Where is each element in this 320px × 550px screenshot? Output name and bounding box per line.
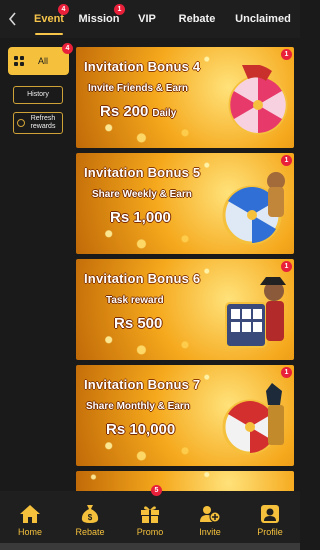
chevron-left-icon[interactable]: [0, 0, 26, 38]
svg-text:$: $: [88, 513, 93, 522]
nav-home[interactable]: Home: [0, 491, 60, 543]
tab-event[interactable]: Event 4: [26, 0, 72, 38]
history-button[interactable]: History: [13, 86, 63, 104]
tab-label: Event: [34, 13, 64, 25]
card-background: [76, 471, 294, 491]
prize-wheel-icon: [222, 172, 285, 245]
prize-amount: Rs 500: [114, 315, 163, 332]
tab-label: Rebate: [178, 13, 216, 25]
tab-label: VIP: [138, 13, 156, 25]
home-icon: [20, 505, 40, 523]
nav-badge: 5: [151, 485, 162, 496]
card-subtitle: Task reward: [106, 295, 164, 306]
event-card[interactable]: Invitation Bonus 6 Task reward Rs 500 1: [76, 259, 294, 360]
card-title: Invitation Bonus 5: [84, 165, 201, 180]
all-badge: 4: [62, 43, 73, 54]
card-title: Invitation Bonus 6: [84, 271, 201, 286]
nav-label: Invite: [199, 527, 221, 537]
card-subtitle: Share Monthly & Earn: [86, 401, 190, 412]
card-badge: 1: [281, 49, 292, 60]
top-tab-bar: Event 4 Mission 1 VIP Rebate Unclaimed: [0, 0, 300, 38]
card-badge: 1: [281, 261, 292, 272]
slot-machine-icon: [225, 277, 286, 348]
all-label: All: [38, 56, 49, 66]
event-card[interactable]: Invitation Bonus 4 Invite Friends & Earn…: [76, 47, 294, 148]
bottom-nav: Home $ Rebate 5 Promo Invite Profile: [0, 485, 300, 543]
event-card[interactable]: Invitation Bonus 7 Share Monthly & Earn …: [76, 365, 294, 466]
tab-mission[interactable]: Mission 1: [72, 0, 126, 38]
card-title: Invitation Bonus 7: [84, 377, 201, 392]
card-title: Invitation Bonus 4: [84, 59, 201, 74]
prize-amount: Rs 200: [100, 103, 149, 120]
nav-promo[interactable]: 5 Promo: [120, 485, 180, 543]
tab-vip[interactable]: VIP: [126, 0, 168, 38]
refresh-rewards-button[interactable]: Refresh rewards: [13, 112, 63, 134]
nav-invite[interactable]: Invite: [180, 491, 240, 543]
tab-badge: 4: [58, 4, 69, 15]
prize-amount: Rs 10,000: [106, 421, 176, 438]
prize-amount: Rs 1,000: [110, 209, 171, 226]
nav-profile[interactable]: Profile: [240, 491, 300, 543]
history-label: History: [27, 91, 49, 98]
refresh-icon: [17, 119, 25, 127]
nav-label: Profile: [257, 527, 283, 537]
event-list: Invitation Bonus 4 Invite Friends & Earn…: [76, 38, 300, 491]
card-subtitle: Invite Friends & Earn: [88, 83, 189, 94]
prize-period: Daily: [152, 108, 177, 119]
event-card[interactable]: [76, 471, 294, 491]
tab-label: Mission: [78, 13, 120, 25]
grid-icon: [14, 56, 24, 66]
card-prize: Rs 1,000: [110, 209, 171, 226]
nav-label: Promo: [136, 527, 164, 537]
card-prize: Rs 10,000: [106, 421, 175, 438]
card-prize: Rs 500: [114, 315, 162, 332]
sidebar: All 4 History Refresh rewards: [0, 38, 76, 491]
card-prize: Rs 200 Daily: [100, 103, 176, 120]
card-subtitle: Share Weekly & Earn: [92, 189, 192, 200]
profile-icon: [261, 505, 279, 523]
add-user-icon: [200, 506, 221, 523]
tab-badge: 1: [114, 4, 125, 15]
system-bar: [0, 543, 300, 550]
tab-label: Unclaimed: [235, 13, 291, 25]
tab-unclaimed[interactable]: Unclaimed: [226, 0, 300, 38]
all-filter-button[interactable]: All 4: [8, 43, 73, 75]
gift-icon: [141, 506, 159, 523]
refresh-label: Refresh rewards: [30, 115, 56, 130]
nav-rebate[interactable]: $ Rebate: [60, 491, 120, 543]
card-badge: 1: [281, 155, 292, 166]
tab-rebate[interactable]: Rebate: [168, 0, 226, 38]
event-card[interactable]: Invitation Bonus 5 Share Weekly & Earn R…: [76, 153, 294, 254]
money-bag-icon: $: [81, 505, 99, 523]
nav-label: Rebate: [75, 527, 105, 537]
prize-wheel-icon: [228, 65, 288, 135]
prize-wheel-icon: [222, 383, 284, 455]
nav-label: Home: [17, 527, 42, 537]
card-badge: 1: [281, 367, 292, 378]
